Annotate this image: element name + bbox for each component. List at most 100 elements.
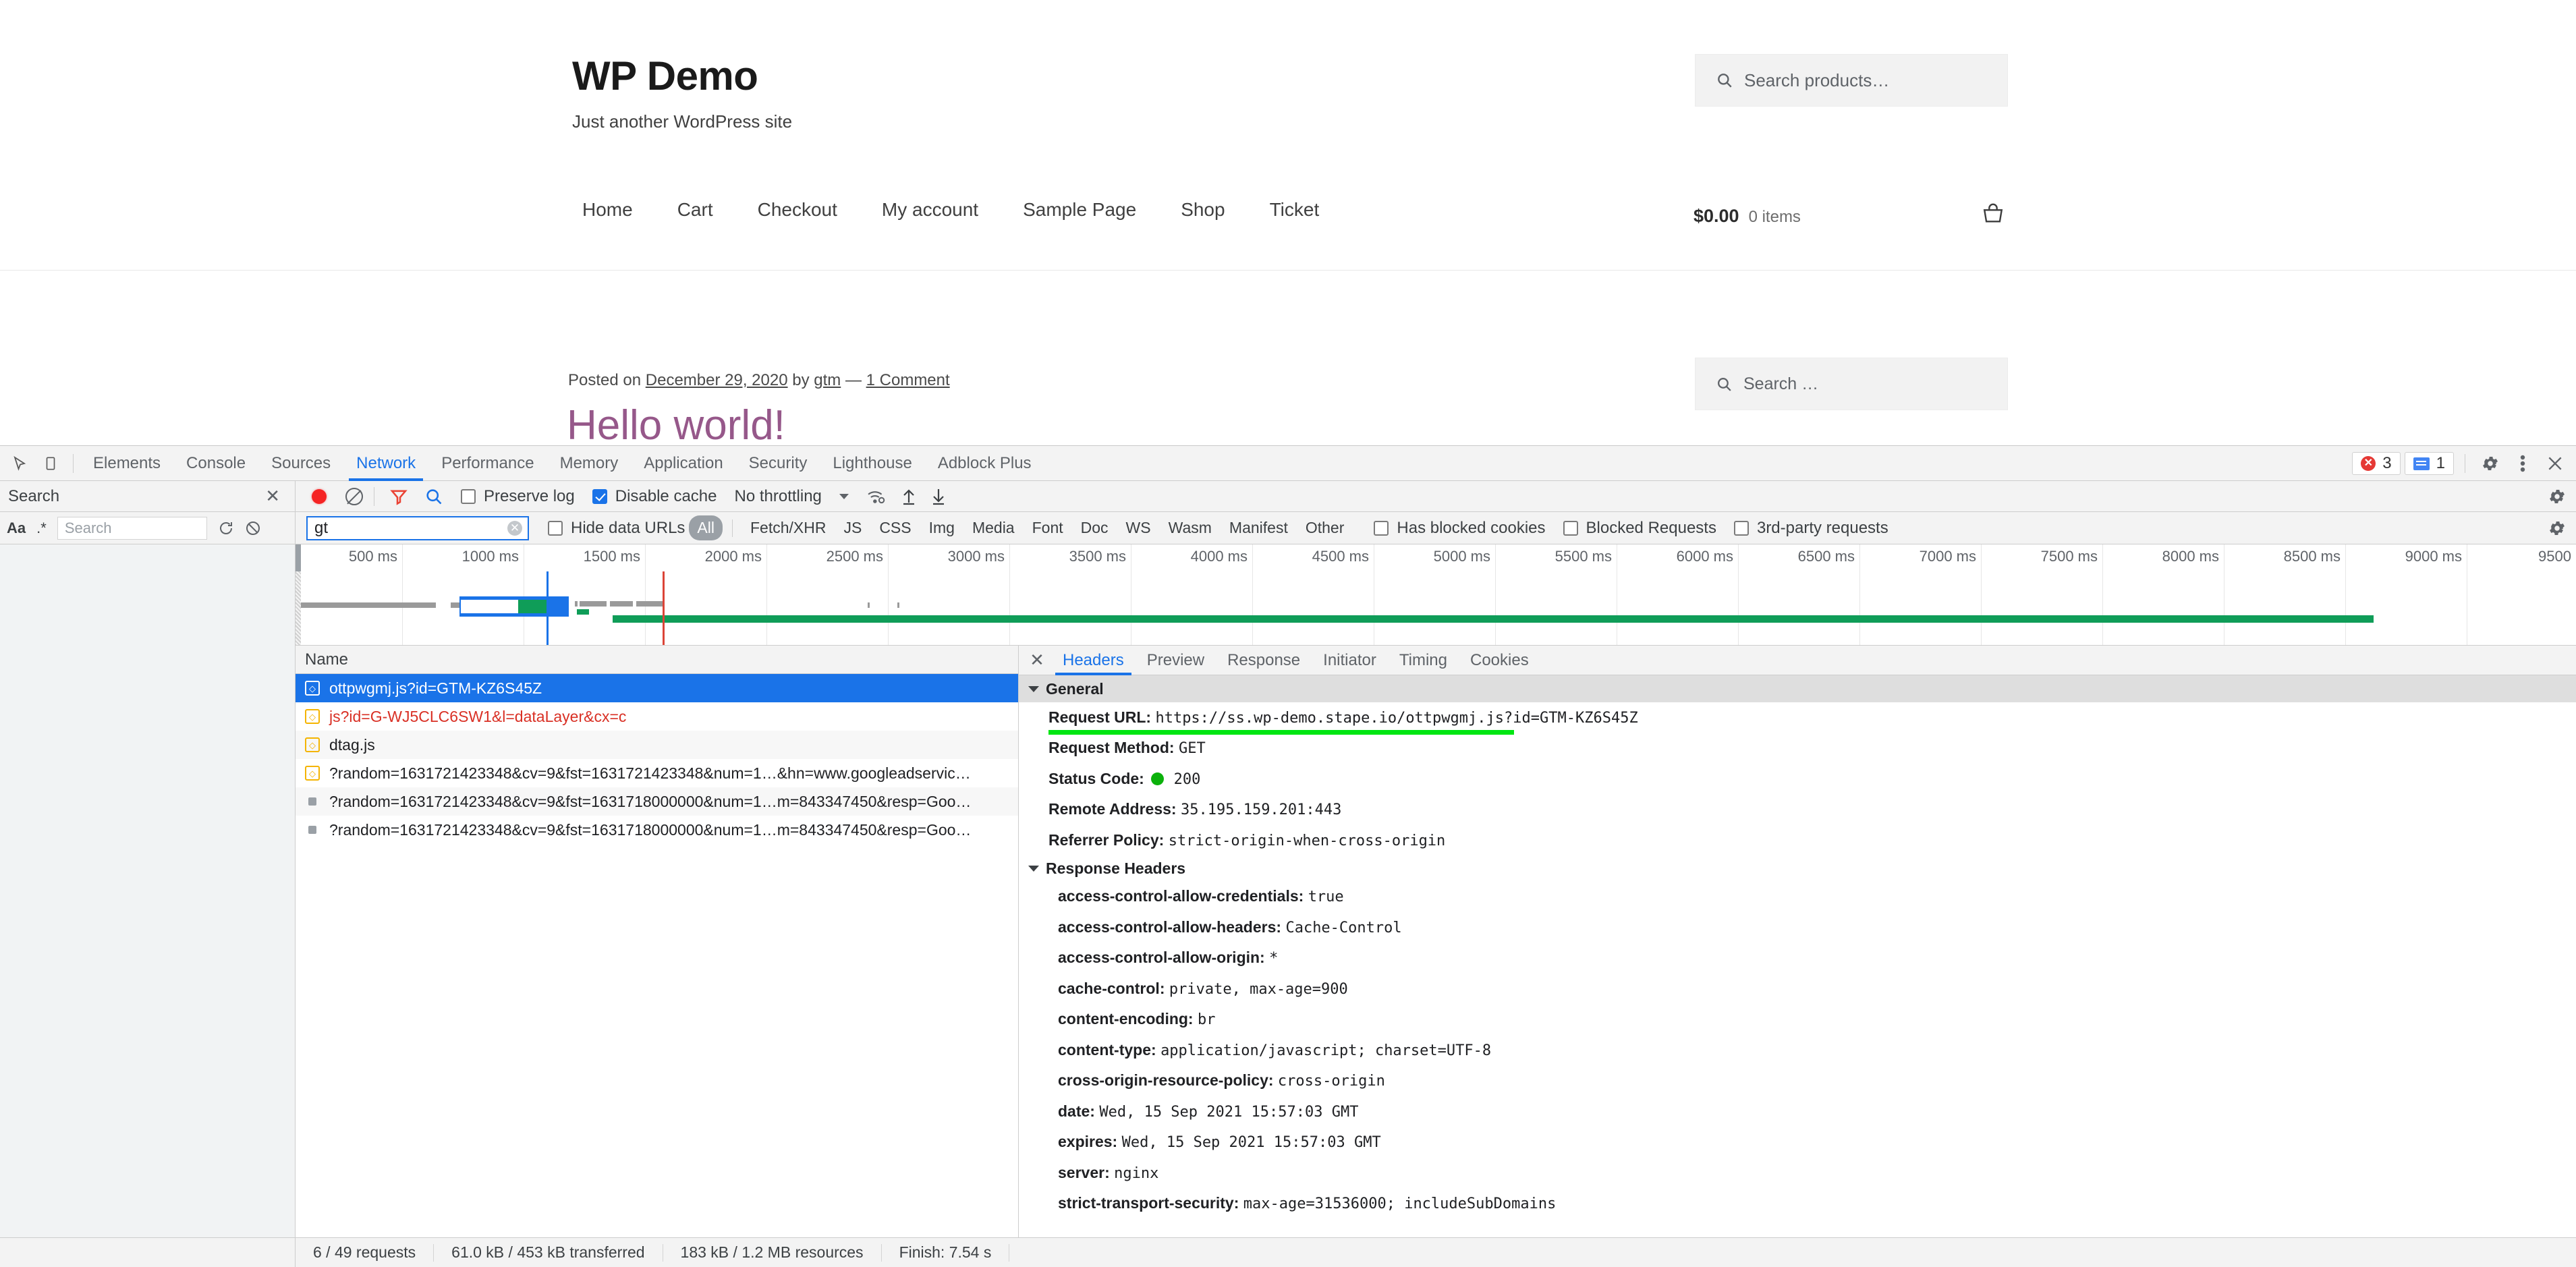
warning-count-chip[interactable]: 1 (2404, 452, 2454, 475)
throttling-dropdown[interactable]: No throttling (734, 487, 849, 506)
sidebar-search-input[interactable]: Search … (1695, 358, 2008, 410)
header-value: strict-origin-when-cross-origin (1168, 832, 1446, 849)
network-settings-gear-icon[interactable] (2548, 487, 2567, 506)
tab-memory[interactable]: Memory (547, 446, 632, 481)
nav-item-home[interactable]: Home (560, 199, 655, 221)
disable-cache-checkbox[interactable] (592, 488, 607, 504)
type-filter-media[interactable]: Media (964, 515, 1023, 540)
more-options-icon[interactable] (2509, 449, 2537, 478)
table-row[interactable]: ?random=1631721423348&cv=9&fst=163171800… (296, 816, 1018, 844)
tab-lighthouse[interactable]: Lighthouse (820, 446, 924, 481)
record-button[interactable] (312, 488, 327, 504)
preserve-log-checkbox[interactable] (461, 488, 476, 504)
table-row[interactable]: ◇ ottpwgmj.js?id=GTM-KZ6S45Z (296, 674, 1018, 702)
tab-elements[interactable]: Elements (80, 446, 173, 481)
export-har-icon[interactable] (931, 488, 946, 505)
match-case-icon[interactable]: Aa (7, 519, 26, 537)
tab-sources[interactable]: Sources (258, 446, 343, 481)
request-list-header[interactable]: Name (296, 646, 1018, 674)
nav-item-checkout[interactable]: Checkout (735, 199, 860, 221)
blocked-requests-toggle[interactable]: Blocked Requests (1563, 519, 1716, 538)
nav-item-cart[interactable]: Cart (655, 199, 735, 221)
search-pane-input[interactable]: Search (57, 516, 207, 540)
clear-filter-icon[interactable]: ✕ (507, 520, 522, 536)
tab-network[interactable]: Network (343, 446, 428, 481)
header-row: expires: Wed, 15 Sep 2021 15:57:03 GMT (1019, 1127, 2576, 1157)
type-filter-doc[interactable]: Doc (1073, 515, 1117, 540)
detail-tab-timing[interactable]: Timing (1388, 646, 1459, 675)
network-overview-timeline[interactable]: 500 ms 1000 ms 1500 ms 2000 ms 2500 ms 3… (296, 544, 2576, 646)
hide-data-urls-checkbox[interactable] (548, 520, 563, 536)
disable-cache-toggle[interactable]: Disable cache (592, 487, 717, 506)
close-detail-icon[interactable]: ✕ (1023, 646, 1051, 675)
ruler-tick: 7000 ms (1919, 548, 1976, 565)
nav-item-my-account[interactable]: My account (860, 199, 1001, 221)
nav-item-ticket[interactable]: Ticket (1248, 199, 1342, 221)
detail-tab-initiator[interactable]: Initiator (1312, 646, 1388, 675)
detail-tab-cookies[interactable]: Cookies (1459, 646, 1540, 675)
inspect-element-icon[interactable] (4, 450, 35, 477)
type-filter-all[interactable]: All (689, 515, 723, 540)
table-row[interactable]: ◇ js?id=G-WJ5CLC6SW1&l=dataLayer&cx=c (296, 702, 1018, 731)
network-conditions-icon[interactable] (866, 488, 887, 505)
response-headers-section-header[interactable]: Response Headers (1019, 855, 2576, 882)
type-filter-ws[interactable]: WS (1118, 515, 1159, 540)
third-party-requests-toggle[interactable]: 3rd-party requests (1733, 519, 1888, 538)
table-row[interactable]: ◇ ?random=1631721423348&cv=9&fst=1631721… (296, 759, 1018, 787)
request-name: ?random=1631721423348&cv=9&fst=163172142… (329, 764, 971, 782)
blocked-requests-checkbox[interactable] (1563, 520, 1578, 536)
post-date-link[interactable]: December 29, 2020 (646, 371, 788, 389)
general-section-header[interactable]: General (1019, 675, 2576, 702)
ruler-tick: 4000 ms (1190, 548, 1248, 565)
type-filter-fetch-xhr[interactable]: Fetch/XHR (742, 515, 834, 540)
detail-tab-response[interactable]: Response (1216, 646, 1312, 675)
close-devtools-icon[interactable] (2541, 449, 2569, 478)
hide-data-urls-toggle[interactable]: Hide data URLs (548, 519, 685, 538)
filter-settings-gear-icon[interactable] (2548, 519, 2567, 538)
type-filter-manifest[interactable]: Manifest (1221, 515, 1296, 540)
product-search-input[interactable]: Search products… (1695, 54, 2008, 107)
nav-item-shop[interactable]: Shop (1158, 199, 1247, 221)
regex-icon[interactable]: .* (36, 519, 47, 537)
primary-navigation: Home Cart Checkout My account Sample Pag… (560, 199, 1341, 221)
third-party-requests-checkbox[interactable] (1733, 520, 1749, 536)
ruler-tick: 1500 ms (583, 548, 640, 565)
nav-item-sample-page[interactable]: Sample Page (1001, 199, 1158, 221)
type-filter-wasm[interactable]: Wasm (1160, 515, 1220, 540)
error-count-chip[interactable]: ✕ 3 (2352, 452, 2401, 475)
cart-summary[interactable]: $0.00 0 items (1693, 206, 1801, 227)
post-author-link[interactable]: gtm (814, 371, 841, 389)
search-network-icon[interactable] (424, 487, 443, 506)
import-har-icon[interactable] (901, 488, 916, 505)
type-filter-font[interactable]: Font (1024, 515, 1071, 540)
tab-application[interactable]: Application (631, 446, 735, 481)
has-blocked-cookies-checkbox[interactable] (1374, 520, 1389, 536)
request-name: js?id=G-WJ5CLC6SW1&l=dataLayer&cx=c (329, 707, 627, 725)
close-search-pane-icon[interactable]: ✕ (265, 486, 280, 507)
type-filter-other[interactable]: Other (1297, 515, 1353, 540)
tab-security[interactable]: Security (736, 446, 820, 481)
filter-funnel-icon[interactable] (389, 487, 408, 506)
detail-tab-headers[interactable]: Headers (1051, 646, 1136, 675)
device-toolbar-icon[interactable] (35, 450, 66, 477)
type-filter-js[interactable]: JS (835, 515, 870, 540)
post-title[interactable]: Hello world! (567, 401, 785, 445)
table-row[interactable]: ?random=1631721423348&cv=9&fst=163171800… (296, 787, 1018, 816)
refresh-icon[interactable] (218, 520, 234, 536)
tab-adblock-plus[interactable]: Adblock Plus (925, 446, 1044, 481)
type-filter-css[interactable]: CSS (871, 515, 919, 540)
has-blocked-cookies-toggle[interactable]: Has blocked cookies (1374, 519, 1546, 538)
clear-network-log-icon[interactable] (345, 487, 363, 505)
tab-console[interactable]: Console (173, 446, 258, 481)
shopping-basket-icon[interactable] (1980, 202, 2006, 225)
table-row[interactable]: ◇ dtag.js (296, 731, 1018, 759)
preserve-log-toggle[interactable]: Preserve log (461, 487, 575, 506)
clear-search-icon[interactable] (245, 520, 261, 536)
settings-gear-icon[interactable] (2476, 449, 2504, 478)
post-comments-link[interactable]: 1 Comment (866, 371, 950, 389)
detail-tab-preview[interactable]: Preview (1136, 646, 1216, 675)
filter-input[interactable]: gt ✕ (306, 515, 529, 540)
tab-performance[interactable]: Performance (428, 446, 547, 481)
type-filter-img[interactable]: Img (921, 515, 963, 540)
search-results-pane[interactable] (0, 544, 296, 1267)
